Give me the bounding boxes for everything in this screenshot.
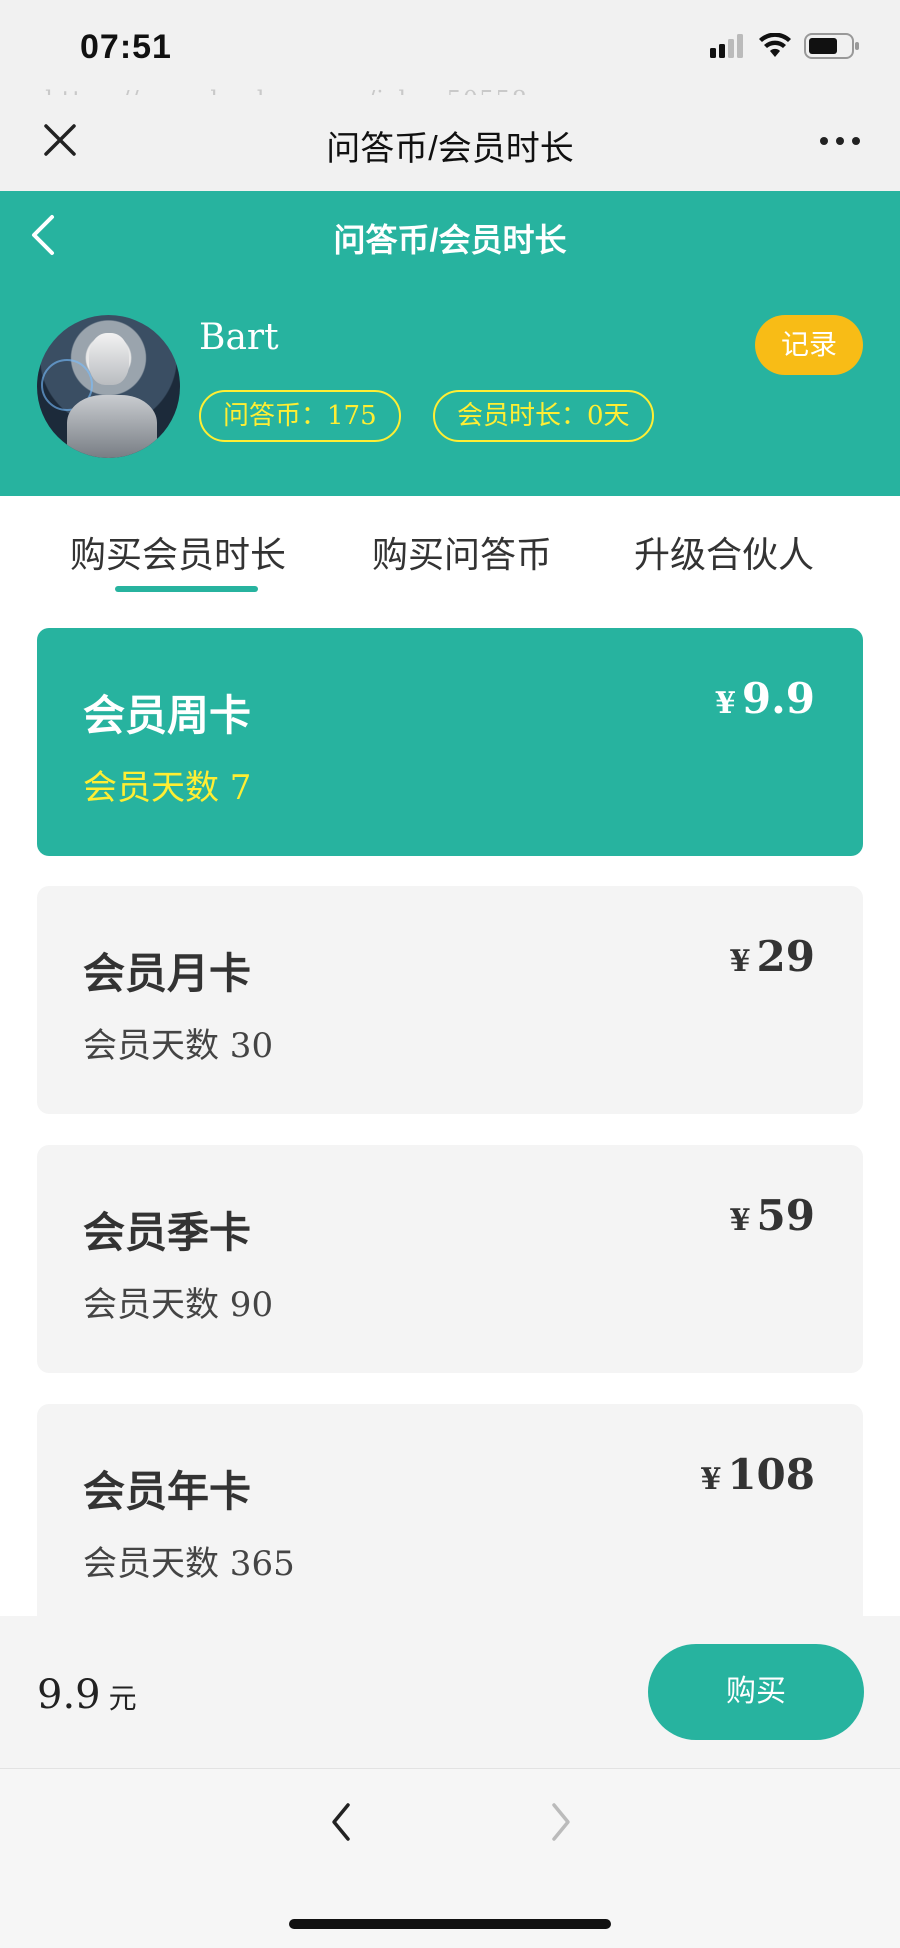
wifi-icon	[759, 33, 791, 57]
total-price: 9.9 元	[37, 1672, 137, 1718]
tab-buy-membership[interactable]: 购买会员时长	[70, 526, 286, 578]
username: Bart	[199, 317, 279, 358]
plan-card-weekly[interactable]: 会员周卡 会员天数 7 ¥9.9	[37, 628, 863, 856]
status-bar: 07:51	[0, 0, 900, 95]
status-icons	[710, 32, 860, 60]
plan-days: 会员天数 30	[83, 1026, 274, 1066]
active-tab-indicator	[115, 586, 258, 592]
plan-title: 会员月卡	[83, 950, 252, 997]
plan-days: 会员天数 365	[83, 1544, 295, 1584]
purchase-bar: 9.9 元 购买	[0, 1616, 900, 1768]
plan-price: ¥108	[700, 1450, 815, 1499]
coins-balance-badge: 问答币：175	[199, 390, 401, 442]
plan-title: 会员周卡	[83, 692, 252, 739]
plan-title: 会员年卡	[83, 1468, 252, 1515]
plan-days: 会员天数 7	[83, 768, 252, 808]
currency-symbol: ¥	[700, 1462, 722, 1497]
plan-title: 会员季卡	[83, 1209, 252, 1256]
tab-upgrade-partner[interactable]: 升级合伙人	[634, 526, 814, 578]
battery-icon	[804, 33, 859, 59]
plan-card-yearly[interactable]: 会员年卡 会员天数 365 ¥108	[37, 1404, 863, 1616]
record-button[interactable]: 记录	[755, 315, 863, 375]
status-time: 07:51	[80, 28, 172, 66]
header-title: 问答币/会员时长	[333, 222, 567, 258]
price-amount: 9.9	[741, 674, 815, 723]
total-unit: 元	[108, 1682, 137, 1715]
membership-duration-badge: 会员时长：0天	[433, 390, 654, 442]
plan-card-quarterly[interactable]: 会员季卡 会员天数 90 ¥59	[37, 1145, 863, 1373]
plan-price: ¥29	[730, 932, 815, 981]
price-amount: 59	[756, 1191, 815, 1240]
avatar	[37, 315, 180, 458]
currency-symbol: ¥	[729, 944, 751, 979]
total-amount: 9.9	[37, 1672, 101, 1718]
tab-bar: 购买会员时长 购买问答币 升级合伙人	[0, 496, 900, 606]
signal-icon	[710, 34, 743, 58]
more-icon[interactable]	[820, 137, 860, 145]
home-indicator	[289, 1919, 611, 1929]
plan-price: ¥9.9	[715, 674, 815, 723]
browser-nav-bar	[0, 1768, 900, 1948]
plan-days: 会员天数 90	[83, 1285, 274, 1325]
wechat-nav-bar: 问答币/会员时长	[0, 95, 900, 191]
plan-list: 会员周卡 会员天数 7 ¥9.9 会员月卡 会员天数 30 ¥29 会员季卡 会…	[0, 606, 900, 1616]
plan-card-monthly[interactable]: 会员月卡 会员天数 30 ¥29	[37, 886, 863, 1114]
plan-price: ¥59	[730, 1191, 815, 1240]
price-amount: 108	[727, 1450, 815, 1499]
buy-button[interactable]: 购买	[648, 1644, 864, 1740]
price-amount: 29	[756, 932, 815, 981]
wechat-page-title: 问答币/会员时长	[326, 130, 574, 168]
chevron-right-icon[interactable]	[546, 1799, 576, 1845]
tab-buy-coins[interactable]: 购买问答币	[372, 526, 552, 578]
chevron-left-icon[interactable]	[326, 1799, 356, 1845]
profile-header: 问答币/会员时长 Bart 问答币：175 会员时长：0天 记录	[0, 191, 900, 496]
currency-symbol: ¥	[729, 1203, 751, 1238]
currency-symbol: ¥	[715, 686, 736, 721]
